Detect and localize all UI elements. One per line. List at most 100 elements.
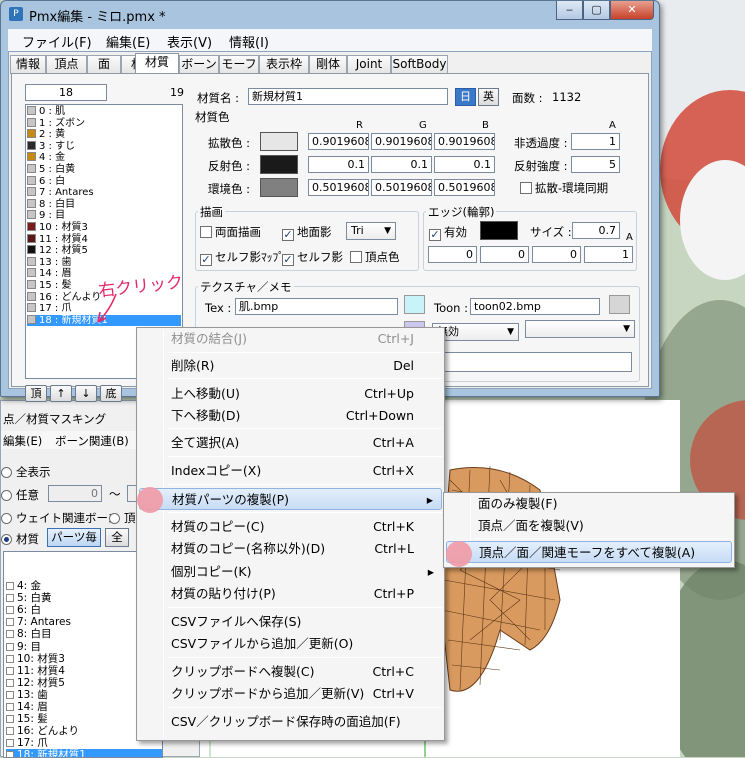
material-list-item[interactable]: 13 : 歯 — [27, 256, 181, 269]
context-menu-item[interactable]: 削除(R) Del — [139, 355, 442, 377]
masking-checkbox[interactable] — [6, 715, 14, 724]
diffuse-g[interactable]: 0.9019608 — [371, 133, 432, 150]
sync-checkbox[interactable]: 拡散-環境同期 — [520, 180, 608, 196]
context-menu-item[interactable]: 下へ移動(D) Ctrl+Down — [139, 405, 442, 427]
tab-display-frame[interactable]: 表示枠 — [259, 55, 309, 74]
radio-weight-bone[interactable]: ウェイト関連ボーン — [1, 510, 119, 526]
tab-face[interactable]: 面 — [87, 55, 121, 74]
menu-info[interactable]: 情報(I) — [229, 32, 269, 51]
submenu-item[interactable]: 頂点／面／関連モーフをすべて複製(A) — [446, 541, 732, 563]
context-menu-item[interactable]: 上へ移動(U) Ctrl+Up — [139, 383, 442, 405]
masking-checkbox[interactable] — [6, 618, 14, 627]
material-list-item[interactable]: 1 : ズボン — [27, 117, 181, 130]
menu-view[interactable]: 表示(V) — [167, 32, 212, 51]
edge-r[interactable]: 0 — [428, 246, 477, 263]
spec-power-input[interactable]: 5 — [571, 156, 620, 173]
tab-bone[interactable]: ボーン — [179, 55, 219, 74]
edge-b[interactable]: 0 — [532, 246, 581, 263]
tab-vertex[interactable]: 頂点 — [46, 55, 87, 74]
specular-g[interactable]: 0.1 — [371, 156, 432, 173]
tab-material-active[interactable]: 材質 — [135, 53, 179, 75]
material-list-item[interactable]: 11 : 材質4 — [27, 233, 181, 246]
radio-show-all[interactable]: 全表示 — [1, 464, 51, 480]
material-list-item[interactable]: 3 : すじ — [27, 140, 181, 153]
toon-input[interactable]: toon02.bmp — [470, 298, 600, 315]
masking-checkbox[interactable] — [6, 654, 14, 663]
context-menu-item[interactable]: Indexコピー(X) Ctrl+X — [139, 460, 442, 482]
material-list-item[interactable]: 10 : 材質3 — [27, 222, 181, 234]
material-name-input[interactable]: 新規材質1 — [248, 88, 448, 105]
material-list-item[interactable]: 12 : 材質5 — [27, 245, 181, 257]
context-menu-item[interactable]: CSVファイルへ保存(S) — [139, 611, 442, 633]
self-shadow-map-checkbox[interactable]: ✓ セルフ影ﾏｯﾌﾟ — [200, 249, 284, 266]
ambient-r[interactable]: 0.5019608 — [308, 179, 369, 196]
tab-softbody[interactable]: SoftBody — [391, 55, 448, 74]
masking-checkbox[interactable] — [6, 751, 14, 757]
close-button[interactable]: ✕ — [610, 1, 654, 20]
masking-checkbox[interactable] — [6, 727, 14, 736]
title-bar[interactable]: P Pmx編集 - ミロ.pmx * ‒ ▢ ✕ — [1, 1, 659, 28]
material-list-item[interactable]: 2 : 黄 — [27, 129, 181, 141]
masking-checkbox[interactable] — [6, 703, 14, 711]
radio-vertex[interactable]: 頂 — [109, 510, 136, 526]
lang-jp-button[interactable]: 日 — [455, 88, 476, 106]
diffuse-r[interactable]: 0.9019608 — [308, 133, 369, 150]
edge-g[interactable]: 0 — [480, 246, 529, 263]
tab-rigid-body[interactable]: 剛体 — [309, 55, 347, 74]
specular-swatch[interactable] — [260, 155, 298, 174]
specular-b[interactable]: 0.1 — [434, 156, 495, 173]
move-top-button[interactable]: 頂 — [25, 385, 47, 402]
masking-menu-bone[interactable]: ボーン関連(B) — [55, 433, 129, 449]
context-menu-item[interactable]: CSV／クリップボード保存時の面追加(F) — [139, 711, 442, 733]
radio-arbitrary[interactable]: 任意 — [1, 487, 39, 503]
context-menu-item[interactable]: CSVファイルから追加／更新(O) — [139, 633, 442, 655]
sphere-mode-select[interactable]: 無効 ▼ — [432, 323, 519, 341]
material-list-item[interactable]: 8 : 白目 — [27, 198, 181, 211]
diffuse-b[interactable]: 0.9019608 — [434, 133, 495, 150]
context-menu-item[interactable]: 材質のコピー(C) Ctrl+K — [139, 516, 442, 538]
edge-color-swatch[interactable] — [480, 221, 518, 240]
masking-checkbox[interactable] — [6, 630, 14, 639]
tab-info[interactable]: 情報 — [10, 55, 46, 74]
parts-button[interactable]: パーツ毎 — [47, 528, 101, 547]
submenu-item[interactable]: 頂点／面を複製(V) — [446, 515, 732, 537]
tab-joint[interactable]: Joint — [347, 55, 391, 74]
masking-checkbox[interactable] — [6, 642, 14, 651]
masking-checkbox[interactable] — [6, 666, 14, 675]
masking-checkbox[interactable] — [6, 606, 14, 615]
list-index-input[interactable]: 18 — [25, 84, 107, 101]
context-menu-item[interactable]: 全て選択(A) Ctrl+A — [139, 432, 442, 454]
tab-morph[interactable]: モーフ — [219, 55, 259, 74]
shadow-mode-select[interactable]: Tri ▼ — [346, 222, 396, 240]
diffuse-swatch[interactable] — [260, 132, 298, 151]
context-menu-item[interactable]: クリップボードから追加／更新(V) Ctrl+V — [139, 683, 442, 705]
tex-preview[interactable] — [404, 295, 425, 314]
masking-checkbox[interactable] — [6, 690, 14, 699]
toon-share-select[interactable]: ▼ — [525, 320, 635, 338]
edge-a[interactable]: 1 — [584, 246, 633, 263]
memo-input[interactable] — [432, 352, 632, 372]
context-menu-item[interactable]: 材質の貼り付け(P) Ctrl+P — [139, 583, 442, 605]
tex-input[interactable]: 肌.bmp — [235, 298, 398, 315]
radio-material[interactable]: 材質 — [1, 531, 39, 547]
ambient-b[interactable]: 0.5019608 — [434, 179, 495, 196]
minimize-button[interactable]: ‒ — [556, 1, 583, 20]
submenu-item[interactable]: 面のみ複製(F) — [446, 493, 732, 515]
move-up-button[interactable]: ↑ — [50, 385, 72, 402]
material-list-item[interactable]: 6 : 白 — [27, 175, 181, 188]
context-menu-item[interactable]: 材質のコピー(名称以外)(D) Ctrl+L — [139, 538, 442, 560]
context-menu-item[interactable]: クリップボードへ複製(C) Ctrl+C — [139, 661, 442, 683]
ambient-swatch[interactable] — [260, 178, 298, 197]
masking-menu-edit[interactable]: 編集(E) — [3, 433, 42, 449]
menu-edit[interactable]: 編集(E) — [106, 32, 150, 51]
vertex-color-checkbox[interactable]: 頂点色 — [350, 249, 400, 265]
toon-preview[interactable] — [609, 295, 630, 314]
masking-checkbox[interactable] — [6, 739, 14, 748]
range-from-input[interactable]: 0 — [48, 485, 102, 502]
ground-shadow-checkbox[interactable]: ✓ 地面影 — [282, 224, 332, 241]
masking-checkbox[interactable] — [6, 594, 14, 603]
material-list-item[interactable]: 5 : 白黄 — [27, 164, 181, 176]
masking-checkbox[interactable] — [6, 582, 14, 590]
double-sided-checkbox[interactable]: 両面描画 — [200, 224, 261, 240]
context-menu-item[interactable]: 個別コピー(K) ▸ — [139, 561, 442, 583]
